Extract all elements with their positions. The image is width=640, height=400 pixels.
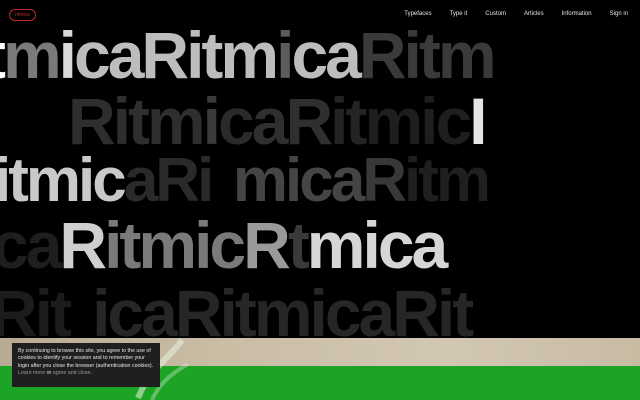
top-navigation-bar: ritmica Typefaces Type it Custom Article… bbox=[0, 0, 640, 28]
hero-letter-group: c bbox=[218, 84, 255, 158]
hero-letter-group: mica bbox=[232, 146, 365, 215]
nav-type-it[interactable]: Type it bbox=[450, 10, 468, 18]
hero-letter-group: mic bbox=[364, 84, 472, 158]
hero-letter-group: itmic bbox=[104, 208, 246, 282]
main-nav: Typefaces Type it Custom Articles Inform… bbox=[386, 10, 628, 18]
hero-letter-group: aR bbox=[251, 84, 333, 158]
cookie-or: or bbox=[45, 370, 53, 377]
agree-and-close-link[interactable]: agree and close. bbox=[53, 370, 92, 376]
hero-letter-group: Ritm bbox=[68, 84, 206, 158]
hero-letter-group: icaRitmicaRit bbox=[92, 276, 474, 340]
hero-letter-group: I bbox=[469, 84, 487, 158]
cookie-text: By continuing to browse this site, you a… bbox=[18, 348, 154, 369]
hero-letter-group: i bbox=[58, 18, 77, 92]
hero-letter-group: aRi bbox=[123, 146, 215, 215]
hero-letter-group: R bbox=[362, 146, 407, 215]
hero-letter-group: R bbox=[59, 208, 107, 282]
nav-articles[interactable]: Articles bbox=[524, 10, 544, 18]
hero-letter-group: i bbox=[276, 18, 294, 92]
learn-more-link[interactable]: Learn more bbox=[18, 370, 45, 376]
hero-row: Rit icaRitmicaRit bbox=[0, 276, 474, 340]
hero-letter-group: itm bbox=[404, 146, 491, 215]
hero-letter-group: ca bbox=[291, 18, 361, 92]
hero-row: itmicaRi micaRitm bbox=[0, 146, 491, 215]
nav-custom[interactable]: Custom bbox=[485, 10, 506, 18]
hero-row: caRitmic R tmica bbox=[0, 208, 448, 282]
hero-letter-group: Ritm bbox=[358, 18, 497, 92]
hero-letter-group: it bbox=[330, 84, 367, 158]
hero-letter-group: R bbox=[243, 208, 291, 282]
hero-letter-group: itmic bbox=[0, 146, 127, 215]
hero-letter-group: ca bbox=[0, 208, 62, 282]
ritmica-logo[interactable]: ritmica bbox=[9, 9, 36, 21]
nav-sign-in[interactable]: Sign in bbox=[610, 10, 628, 18]
hero-letter-group: t bbox=[287, 208, 310, 282]
hero-letter-group: i bbox=[202, 84, 221, 158]
hero-letter-group: mica bbox=[306, 208, 448, 282]
nav-information[interactable]: Information bbox=[562, 10, 592, 18]
hero-letter-group: caRitm bbox=[74, 18, 279, 92]
hero-row: RitmicaRitmicI bbox=[68, 84, 488, 158]
nav-typefaces[interactable]: Typefaces bbox=[404, 10, 431, 18]
cookie-consent-banner: By continuing to browse this site, you a… bbox=[12, 343, 160, 387]
hero-letter-group: Rit bbox=[0, 276, 72, 340]
hero-row: tmicaRitmicaRitm bbox=[0, 18, 497, 92]
hero-type-specimen: tmicaRitmicaRitm RitmicaRitmicI itmicaRi… bbox=[0, 0, 640, 340]
hero-letter-group: m bbox=[2, 18, 62, 92]
